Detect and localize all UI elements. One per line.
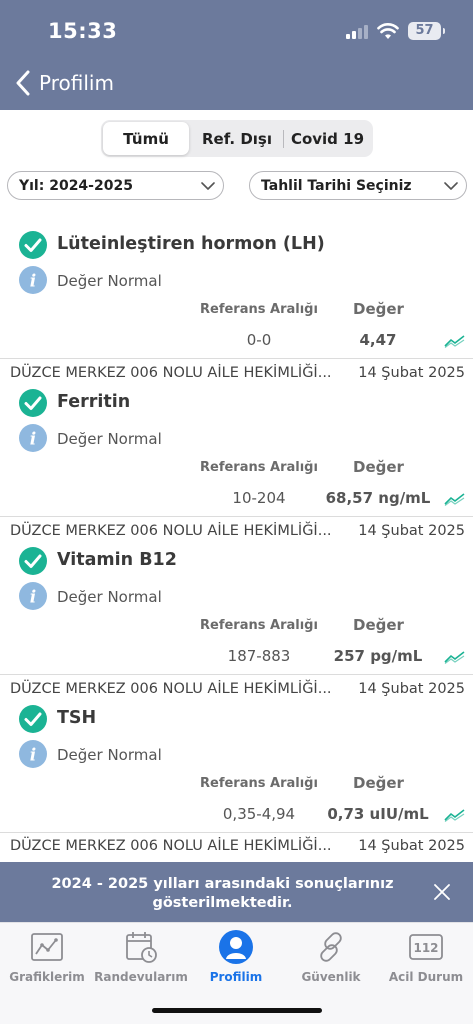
divider [0, 516, 473, 517]
test-name: Ferritin [57, 392, 131, 412]
trend-chart-icon[interactable] [444, 650, 466, 664]
result-value: 4,47 [359, 331, 397, 349]
divider [0, 832, 473, 833]
info-icon: i [19, 424, 47, 452]
year-dropdown[interactable]: Yıl: 2024-2025 [7, 171, 224, 200]
clinic-row: DÜZCE MERKEZ 006 NOLU AİLE HEKİMLİĞİ... … [10, 838, 465, 858]
ref-range-header: Referans Aralığı [200, 776, 318, 791]
status-text: Değer Normal [57, 588, 162, 606]
status-time: 15:33 [48, 19, 118, 43]
svg-text:i: i [30, 430, 36, 450]
ref-range-header: Referans Aralığı [200, 302, 318, 317]
info-icon: i [19, 582, 47, 610]
result-value: 257 pg/mL [333, 647, 423, 665]
ref-range-value: 187-883 [227, 647, 291, 665]
profile-icon [219, 930, 253, 964]
divider [0, 674, 473, 675]
tab-guvenlik[interactable]: Güvenlik [284, 927, 378, 987]
tab-profilim[interactable]: Profilim [189, 927, 283, 987]
clinic-name: DÜZCE MERKEZ 006 NOLU AİLE HEKİMLİĞİ... [10, 365, 332, 381]
svg-text:i: i [30, 588, 36, 608]
status-bar: 15:33 57 [0, 0, 473, 60]
tab-label: Randevularım [94, 970, 188, 984]
header: 15:33 57 Profilim [0, 0, 473, 110]
info-icon: i [19, 266, 47, 294]
clinic-row: DÜZCE MERKEZ 006 NOLU AİLE HEKİMLİĞİ... … [10, 681, 465, 701]
svg-text:i: i [30, 272, 36, 292]
test-date: 14 Şubat 2025 [358, 365, 465, 381]
test-name: Lüteinleştiren hormon (LH) [57, 234, 325, 254]
signal-icon [346, 25, 370, 39]
banner-text: 2024 - 2025 yılları arasındaki sonuçları… [51, 876, 394, 911]
ref-range-header: Referans Aralığı [200, 460, 318, 475]
clinic-name: DÜZCE MERKEZ 006 NOLU AİLE HEKİMLİĞİ... [10, 838, 332, 854]
tab-label: Güvenlik [301, 970, 361, 984]
value-header: Değer [353, 300, 404, 318]
tab-grafiklerim[interactable]: Grafiklerim [0, 927, 94, 987]
result-value: 0,73 uIU/mL [327, 805, 429, 823]
info-banner: 2024 - 2025 yılları arasındaki sonuçları… [0, 862, 473, 922]
tab-label: Profilim [209, 970, 263, 984]
tab-covid-19[interactable]: Covid 19 [284, 122, 371, 155]
clinic-row: DÜZCE MERKEZ 006 NOLU AİLE HEKİMLİĞİ... … [10, 523, 465, 543]
test-date: 14 Şubat 2025 [358, 681, 465, 697]
chevron-left-icon [16, 70, 30, 96]
check-circle-icon [19, 547, 47, 575]
ref-range-value: 0-0 [246, 331, 272, 349]
tab-label: Acil Durum [388, 970, 464, 984]
back-button[interactable] [8, 66, 38, 100]
clinic-name: DÜZCE MERKEZ 006 NOLU AİLE HEKİMLİĞİ... [10, 681, 332, 697]
test-name: TSH [57, 708, 97, 728]
status-text: Değer Normal [57, 746, 162, 764]
test-date: 14 Şubat 2025 [358, 838, 465, 854]
tab-label: Grafiklerim [9, 970, 85, 984]
close-icon[interactable] [431, 881, 453, 903]
value-header: Değer [353, 774, 404, 792]
test-name: Vitamin B12 [57, 550, 177, 570]
status-text: Değer Normal [57, 430, 162, 448]
trend-chart-icon[interactable] [444, 334, 466, 348]
info-icon: i [19, 740, 47, 768]
emergency-number: 112 [413, 941, 438, 955]
ref-range-value: 10-204 [232, 489, 286, 507]
result-value: 68,57 ng/mL [325, 489, 431, 507]
divider [0, 358, 473, 359]
value-header: Değer [353, 616, 404, 634]
test-date-dropdown-label: Tahlil Tarihi Seçiniz [261, 177, 412, 194]
wifi-icon [377, 23, 399, 39]
segmented-control: Tümü Ref. Dışı Covid 19 [101, 120, 373, 157]
link-icon [320, 932, 342, 962]
test-date-dropdown[interactable]: Tahlil Tarihi Seçiniz [249, 171, 467, 200]
tab-out-of-range[interactable]: Ref. Dışı [191, 122, 283, 155]
tab-all[interactable]: Tümü [103, 122, 189, 155]
clinic-name: DÜZCE MERKEZ 006 NOLU AİLE HEKİMLİĞİ... [10, 523, 332, 539]
value-header: Değer [353, 458, 404, 476]
calendar-icon [126, 932, 157, 963]
chart-icon [31, 933, 63, 961]
ref-range-header: Referans Aralığı [200, 618, 318, 633]
check-circle-icon [19, 389, 47, 417]
status-text: Değer Normal [57, 272, 162, 290]
test-date: 14 Şubat 2025 [358, 523, 465, 539]
chevron-down-icon [193, 181, 223, 190]
trend-chart-icon[interactable] [444, 492, 466, 506]
trend-chart-icon[interactable] [444, 808, 466, 822]
check-circle-icon [19, 231, 47, 259]
clinic-row: DÜZCE MERKEZ 006 NOLU AİLE HEKİMLİĞİ... … [10, 365, 465, 385]
chevron-down-icon [436, 181, 466, 190]
battery-icon: 57 [408, 22, 445, 40]
page-title: Profilim [39, 71, 114, 95]
ref-range-value: 0,35-4,94 [222, 805, 296, 823]
emergency-112-icon: 112 [409, 934, 443, 960]
year-dropdown-label: Yıl: 2024-2025 [19, 177, 133, 194]
home-indicator [152, 1008, 322, 1013]
tab-randevularim[interactable]: Randevularım [94, 927, 188, 987]
tab-acil-durum[interactable]: 112 Acil Durum [379, 927, 473, 987]
svg-text:i: i [30, 746, 36, 766]
check-circle-icon [19, 705, 47, 733]
